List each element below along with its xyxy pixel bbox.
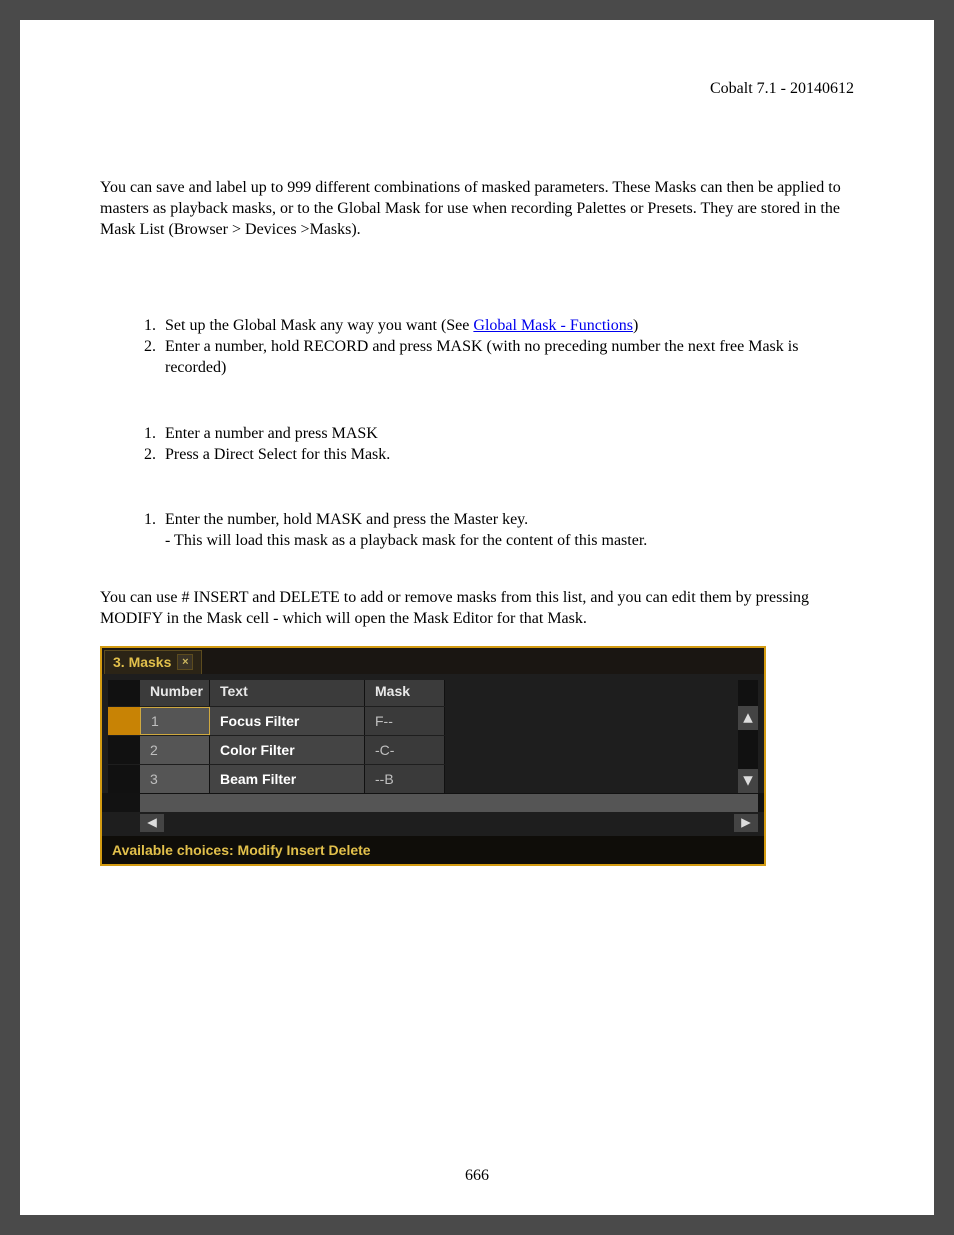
steps-list-a: Set up the Global Mask any way you want … — [140, 316, 854, 378]
step-text-post: ) — [633, 317, 638, 334]
row-selector[interactable] — [108, 707, 140, 735]
tab-label: 3. Masks — [113, 654, 171, 670]
page-number: 666 — [20, 1167, 934, 1185]
scroll-down-icon[interactable] — [738, 769, 758, 793]
tab-bar: 3. Masks × — [102, 648, 764, 674]
masks-grid: Number Text Mask 1 Focus Filter F-- 2 Co… — [102, 674, 764, 793]
row-gutter — [108, 680, 140, 793]
table-header: Number Text Mask — [140, 680, 738, 706]
cell-text[interactable]: Color Filter — [210, 736, 365, 764]
masks-panel: 3. Masks × Number Text Mask 1 Focus Fi — [100, 646, 766, 866]
table-row[interactable]: 3 Beam Filter --B — [140, 765, 738, 793]
list-item: Press a Direct Select for this Mask. — [160, 445, 854, 466]
list-item: Enter a number and press MASK — [160, 424, 854, 445]
row-selector[interactable] — [108, 736, 140, 764]
horizontal-scrollbar[interactable] — [102, 812, 764, 836]
row-selector[interactable] — [108, 765, 140, 793]
intro-paragraph: You can save and label up to 999 differe… — [100, 178, 854, 240]
vertical-scrollbar[interactable] — [738, 680, 758, 793]
scroll-left-icon[interactable] — [140, 814, 164, 832]
global-mask-functions-link[interactable]: Global Mask - Functions — [473, 317, 633, 334]
step-text-pre: Set up the Global Mask any way you want … — [165, 317, 473, 334]
cell-number[interactable]: 2 — [140, 736, 210, 764]
cell-mask[interactable]: --B — [365, 765, 445, 793]
cell-mask[interactable]: -C- — [365, 736, 445, 764]
tab-masks[interactable]: 3. Masks × — [104, 650, 202, 674]
header-version: Cobalt 7.1 - 20140612 — [100, 80, 854, 98]
list-item: Enter a number, hold RECORD and press MA… — [160, 337, 854, 379]
cell-number[interactable]: 1 — [140, 707, 210, 735]
col-header-text[interactable]: Text — [210, 680, 365, 706]
scroll-up-icon[interactable] — [738, 706, 758, 730]
steps-list-b: Enter a number and press MASK Press a Di… — [140, 424, 854, 466]
panel-footer: Available choices: Modify Insert Delete — [102, 836, 764, 864]
list-item: Set up the Global Mask any way you want … — [160, 316, 854, 337]
col-header-number[interactable]: Number — [140, 680, 210, 706]
cell-text[interactable]: Focus Filter — [210, 707, 365, 735]
cell-number[interactable]: 3 — [140, 765, 210, 793]
list-item: Enter the number, hold MASK and press th… — [160, 510, 854, 552]
table-row[interactable]: 1 Focus Filter F-- — [140, 707, 738, 735]
close-icon[interactable]: × — [177, 654, 193, 670]
steps-list-c: Enter the number, hold MASK and press th… — [140, 510, 854, 552]
col-header-mask[interactable]: Mask — [365, 680, 445, 706]
cell-text[interactable]: Beam Filter — [210, 765, 365, 793]
scroll-right-icon[interactable] — [734, 814, 758, 832]
document-page: Cobalt 7.1 - 20140612 You can save and l… — [20, 20, 934, 1215]
step-subtext: - This will load this mask as a playback… — [165, 532, 647, 549]
table-row[interactable]: 2 Color Filter -C- — [140, 736, 738, 764]
outro-paragraph: You can use # INSERT and DELETE to add o… — [100, 588, 854, 630]
step-text: Enter the number, hold MASK and press th… — [165, 511, 528, 528]
grid-empty-area — [140, 794, 758, 812]
cell-mask[interactable]: F-- — [365, 707, 445, 735]
